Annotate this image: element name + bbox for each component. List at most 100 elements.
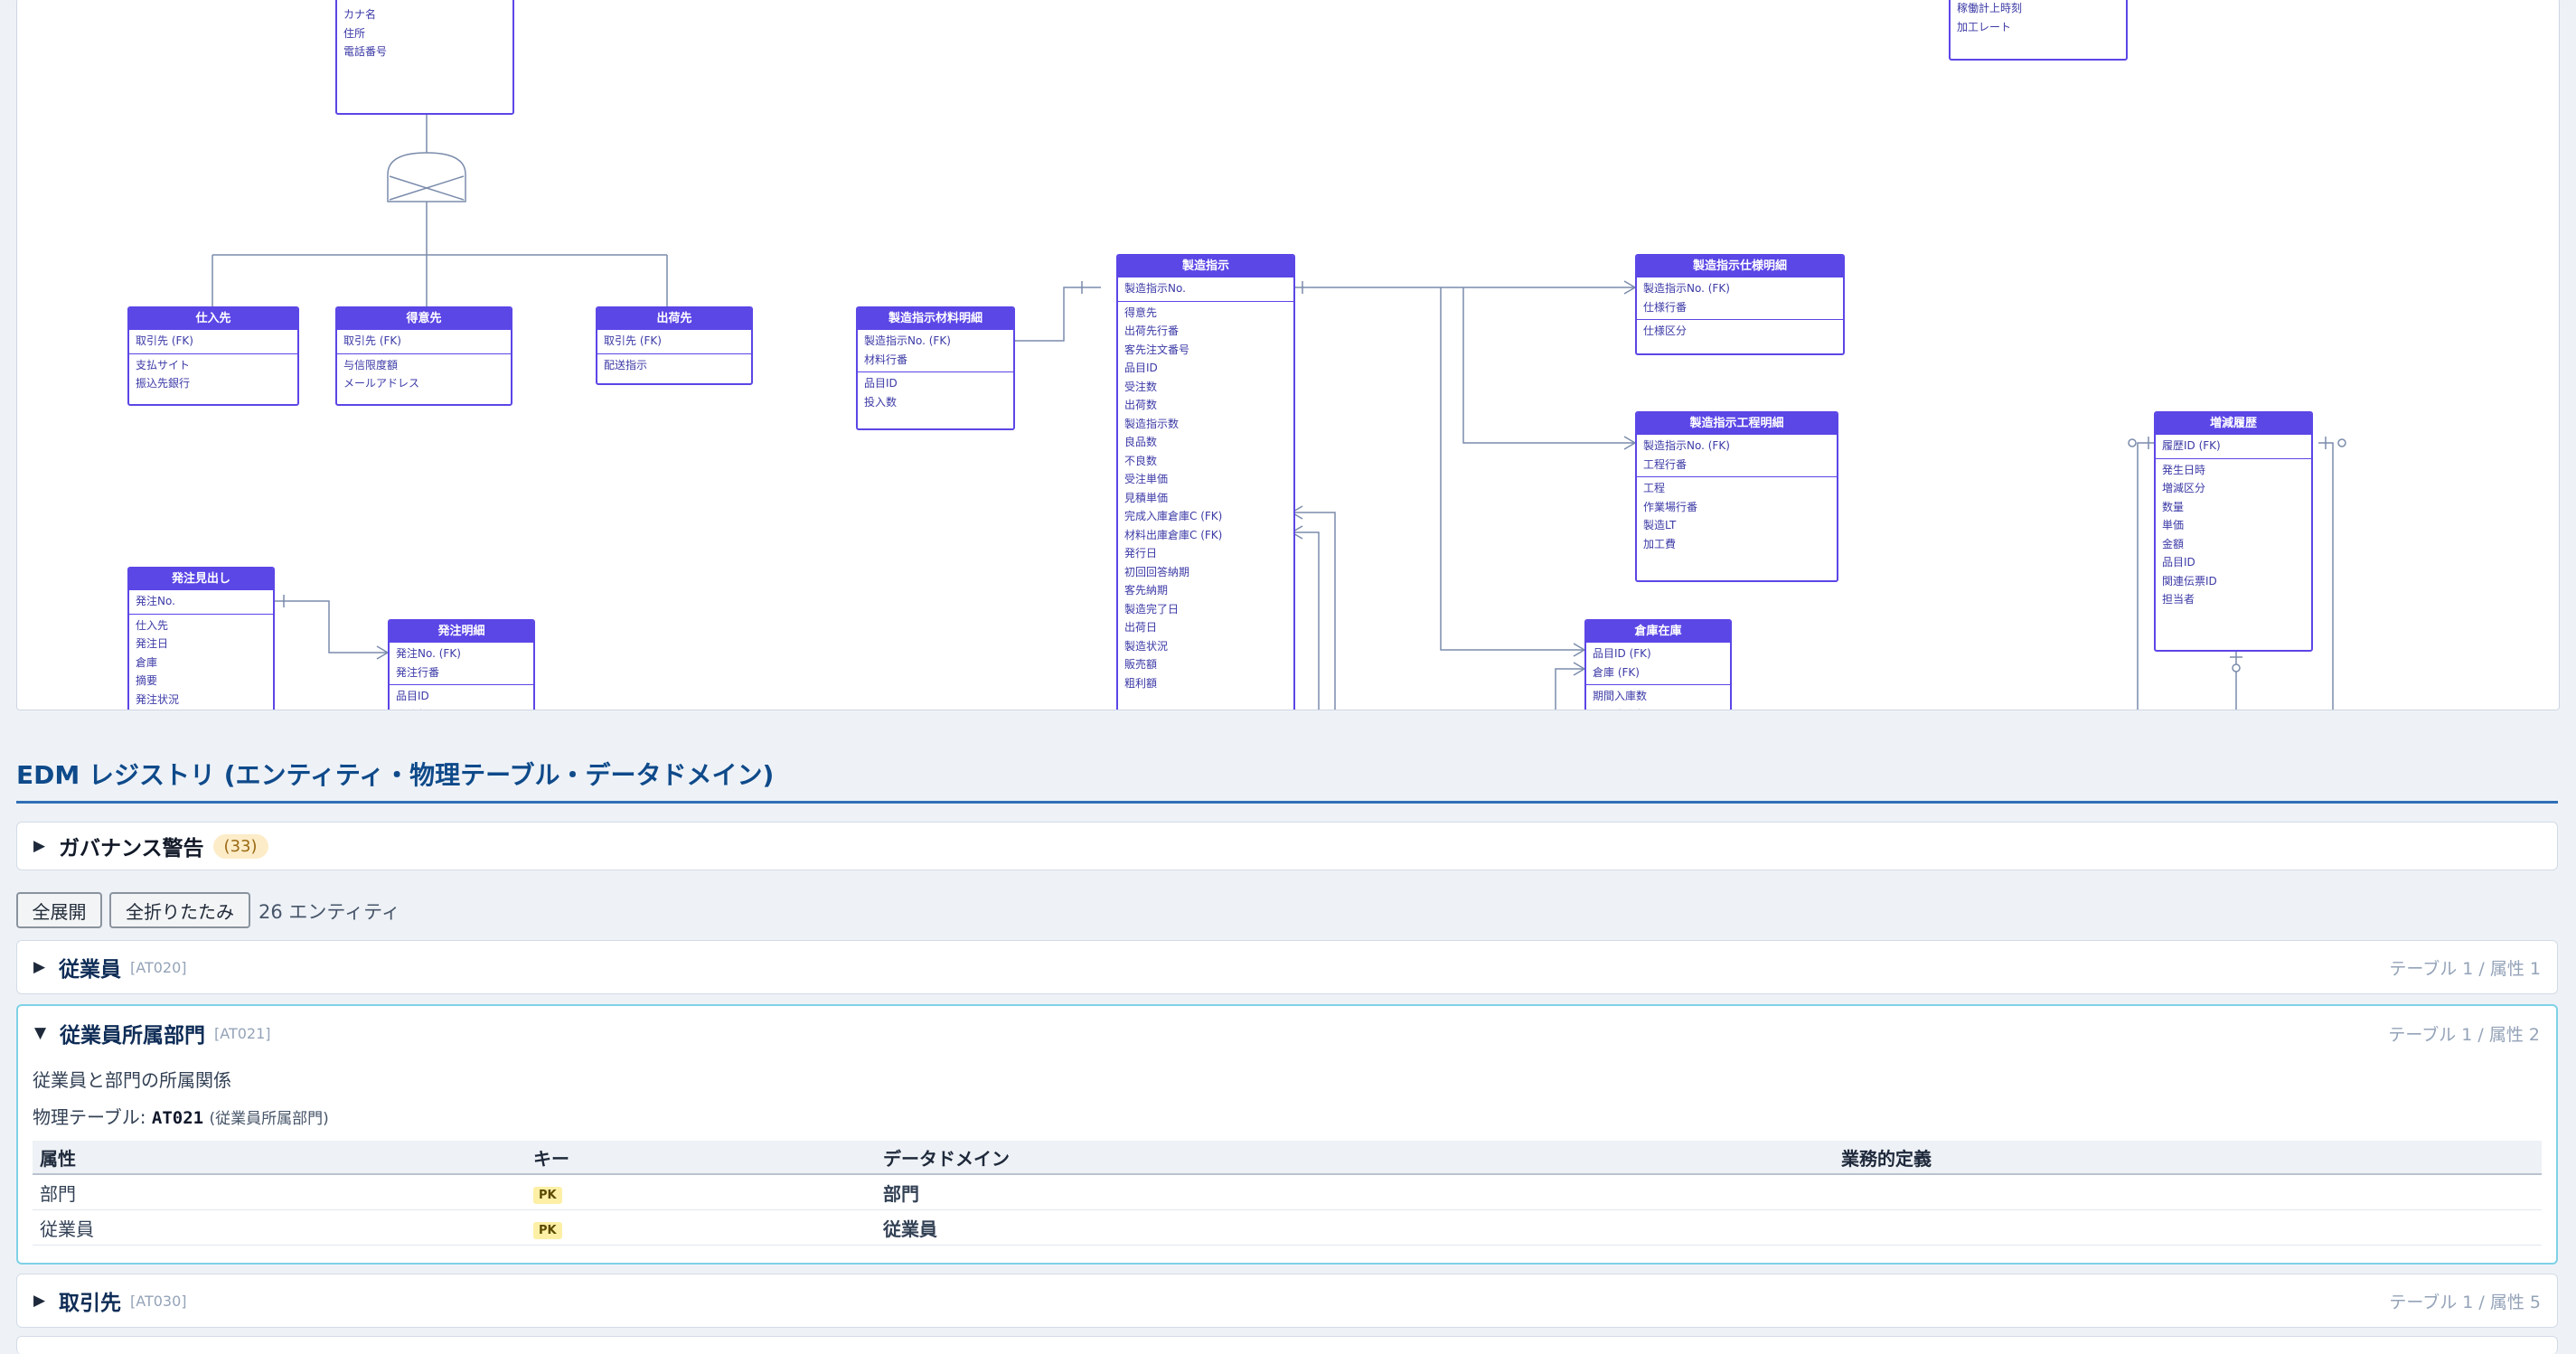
- er-attribute: 稼働計上時刻: [1957, 2, 2023, 14]
- er-attribute: 与信限度額: [343, 358, 399, 371]
- collapse-all-button[interactable]: 全折りたたみ: [109, 892, 250, 928]
- column-header: 業務的定義: [1834, 1141, 2542, 1175]
- er-attribute: 期間入庫数: [1593, 690, 1648, 702]
- er-attribute: 受注数: [1124, 380, 1158, 393]
- er-attribute: 取引先 (FK): [604, 334, 662, 347]
- er-key-section: 発注No. (FK) 発注行番: [390, 643, 533, 685]
- entity-summary: テーブル 1 / 属性 5: [2389, 1292, 2541, 1312]
- entity-count: 26 エンティティ: [259, 901, 400, 923]
- er-attribute: 期間出庫数: [1586, 706, 1730, 710]
- er-entity-name: 仕入先: [129, 308, 297, 330]
- er-attribute: 取引先 (FK): [136, 334, 193, 347]
- physical-table-name: AT021: [151, 1108, 204, 1128]
- er-attribute: 数量: [2162, 500, 2185, 513]
- er-attribute: 品目ID: [1124, 362, 1158, 374]
- er-attribute: 金額: [2162, 537, 2185, 550]
- entity-code: [AT030]: [130, 1292, 187, 1310]
- expand-all-button[interactable]: 全展開: [16, 892, 102, 928]
- er-attribute: 工程行番: [1643, 457, 1688, 471]
- er-entity-seizo-zairyo[interactable]: 製造指示材料明細 製造指示No. (FK) 材料行番 品目ID 投入数: [856, 306, 1015, 430]
- triangle-down-icon: ▼: [34, 1024, 47, 1042]
- pk-badge: PK: [533, 1186, 562, 1204]
- er-attribute: 投入数: [864, 395, 898, 409]
- er-entity-seizo-shiyo[interactable]: 製造指示仕様明細 製造指示No. (FK) 仕様行番 仕様区分: [1635, 254, 1845, 355]
- business-definition: [1834, 1174, 2542, 1210]
- er-attribute: 担当者: [2162, 593, 2195, 606]
- er-diagram-canvas[interactable]: カナ名 住所 電話番号 稼働計上時刻 加工レート 仕入先 取引先 (FK) 支払サイト 振込先銀…: [16, 0, 2560, 710]
- er-entity-hatchu-meisai[interactable]: 発注明細発注No. (FK) 発注行番品目ID 発注数量: [388, 619, 535, 710]
- er-entity-torihikisaki-parent[interactable]: カナ名 住所 電話番号: [335, 0, 514, 115]
- data-domain: 従業員: [876, 1209, 1834, 1246]
- er-attribute: 完成入庫倉庫C (FK): [1124, 510, 1223, 522]
- er-attribute: 発行日: [1124, 547, 1158, 559]
- er-entity-zogen-rireki[interactable]: 増減履歴 履歴ID (FK) 発生日時 増減区分 数量 単価 金額 品目ID 関連伝票ID 担当者: [2154, 411, 2313, 652]
- er-attribute: 住所: [343, 26, 366, 40]
- er-attribute: 振込先銀行: [136, 377, 191, 390]
- physical-table-logical-name: (従業員所属部門): [209, 1110, 329, 1128]
- er-attribute: 客先注文番号: [1124, 343, 1190, 356]
- er-attribute: 倉庫: [136, 655, 158, 669]
- er-attribute-section: 品目ID 発注数量: [390, 685, 533, 710]
- table-row: 部門 PK 部門: [33, 1174, 2542, 1210]
- er-attribute: 発生日時: [2162, 463, 2206, 476]
- er-attribute: 増減区分: [2162, 482, 2206, 494]
- er-attribute-section: 工程 作業場行番 製造LT 加工費: [1637, 477, 1837, 556]
- entity-name: 従業員: [59, 958, 121, 982]
- er-attribute: 作業場行番: [1643, 500, 1698, 513]
- er-entity-name: 製造指示材料明細: [858, 308, 1013, 330]
- er-attribute-section: 仕入先 発注日 倉庫 摘要 発注状況: [129, 615, 273, 710]
- er-attribute: 発注日: [136, 637, 169, 650]
- er-attribute-section: 支払サイト 振込先銀行: [129, 354, 297, 396]
- er-attribute: 良品数: [1124, 436, 1158, 448]
- er-entity-name: 出荷先: [597, 308, 751, 330]
- er-attribute-section: 稼働計上時刻 加工レート: [1951, 0, 2126, 39]
- er-attribute: 販売額: [1124, 658, 1158, 671]
- er-attribute: 見積単価: [1124, 491, 1169, 504]
- er-attribute: 仕様行番: [1643, 300, 1688, 314]
- er-attribute: 製造指示No. (FK): [864, 334, 951, 347]
- er-entity-hatchu-midashi[interactable]: 発注見出し 発注No. 仕入先 発注日 倉庫 摘要 発注状況: [127, 567, 275, 710]
- er-entity-shiiresaki[interactable]: 仕入先取引先 (FK) 支払サイト 振込先銀行: [127, 306, 299, 406]
- er-entity-shukkasaki[interactable]: 出荷先 取引先 (FK) 配送指示: [596, 306, 753, 385]
- registry-entity-panel[interactable]: ▶ 取引先 [AT030] テーブル 1 / 属性 5: [16, 1274, 2558, 1328]
- governance-warnings-panel[interactable]: ▶ ガバナンス警告 (33): [16, 822, 2558, 870]
- entity-name: 従業員所属部門: [60, 1024, 205, 1048]
- er-attribute: 出荷先行番: [1124, 324, 1180, 337]
- pk-badge: PK: [533, 1221, 562, 1239]
- er-attribute: 加工費: [1643, 537, 1677, 550]
- er-entity-soko-zaiko[interactable]: 倉庫在庫品目ID (FK) 倉庫 (FK) 期間入庫数期間出庫数: [1584, 619, 1732, 710]
- er-attribute: 仕入先: [136, 618, 169, 632]
- er-attribute: メールアドレス: [343, 377, 420, 390]
- triangle-right-icon: ▶: [33, 1292, 46, 1310]
- governance-warnings-title: ガバナンス警告: [59, 837, 204, 860]
- registry-entity-panel[interactable]: ▶ 従業員 [AT020] テーブル 1 / 属性 1: [16, 940, 2558, 994]
- er-entity-name: 発注見出し: [129, 569, 273, 590]
- er-attribute-section: 品目ID 投入数: [858, 372, 1013, 414]
- er-key-section: 履歴ID (FK): [2156, 435, 2311, 459]
- er-key-section: 取引先 (FK): [597, 330, 751, 354]
- er-attribute: 品目ID: [864, 377, 898, 390]
- data-domain: 部門: [876, 1174, 1834, 1210]
- er-attribute-section: 期間入庫数期間出庫数: [1586, 685, 1730, 710]
- er-entity-name: 製造指示工程明細: [1637, 413, 1837, 435]
- er-entity-seizo-shiji[interactable]: 製造指示 製造指示No. 得意先 出荷先行番 客先注文番号 品目ID 受注数 出荷数 製造指示数…: [1116, 254, 1295, 710]
- er-attribute: 粗利額: [1124, 676, 1158, 690]
- triangle-right-icon: ▶: [33, 958, 46, 976]
- attribute-name: 従業員: [33, 1209, 526, 1246]
- er-entity-seizo-kotei[interactable]: 製造指示工程明細 製造指示No. (FK) 工程行番 工程 作業場行番 製造LT 加工費: [1635, 411, 1838, 582]
- er-key-section: 取引先 (FK): [129, 330, 297, 354]
- er-key-section: 製造指示No.: [1118, 277, 1293, 302]
- attribute-table-header: 属性 キー データドメイン 業務的定義: [33, 1141, 2542, 1175]
- er-entity-name: 倉庫在庫: [1586, 621, 1730, 643]
- er-entity-kado-card[interactable]: 稼働計上時刻 加工レート: [1949, 0, 2128, 61]
- er-entity-tokuisaki[interactable]: 得意先 取引先 (FK) 与信限度額 メールアドレス: [335, 306, 512, 406]
- business-definition: [1834, 1209, 2542, 1246]
- er-attribute-section: 与信限度額メールアドレス: [337, 354, 511, 396]
- er-attribute: 発注No. (FK): [396, 647, 461, 660]
- er-attribute: 関連伝票ID: [2162, 574, 2217, 588]
- er-attribute: 工程: [1643, 482, 1666, 494]
- registry-entity-panel[interactable]: [16, 1336, 2558, 1354]
- er-key-section: 製造指示No. (FK) 仕様行番: [1637, 277, 1843, 320]
- er-attribute-section: 仕様区分: [1637, 320, 1843, 343]
- er-attribute: 得意先: [1124, 306, 1158, 319]
